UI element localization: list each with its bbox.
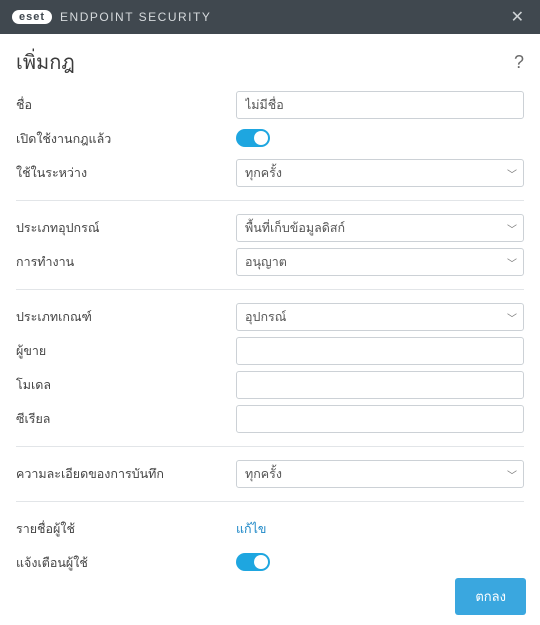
separator <box>16 446 524 447</box>
footer: ตกลง <box>455 578 526 615</box>
device-type-select[interactable]: พื้นที่เก็บข้อมูลดิสก์ ﹀ <box>236 214 524 242</box>
apply-during-select[interactable]: ทุกครั้ง ﹀ <box>236 159 524 187</box>
criteria-type-select[interactable]: อุปกรณ์ ﹀ <box>236 303 524 331</box>
notify-user-label: แจ้งเตือนผู้ใช้ <box>16 553 236 573</box>
criteria-type-value: อุปกรณ์ <box>245 307 286 327</box>
help-icon[interactable]: ? <box>514 52 524 73</box>
apply-during-value: ทุกครั้ง <box>245 163 282 183</box>
user-list-label: รายชื่อผู้ใช้ <box>16 519 236 539</box>
vendor-label: ผู้ขาย <box>16 341 236 361</box>
name-label: ชื่อ <box>16 95 236 115</box>
separator <box>16 200 524 201</box>
serial-label: ซีเรียล <box>16 409 236 429</box>
close-icon[interactable]: ✕ <box>507 7 528 27</box>
vendor-input[interactable] <box>236 337 524 365</box>
separator <box>16 501 524 502</box>
model-label: โมเดล <box>16 375 236 395</box>
log-severity-label: ความละเอียดของการบันทึก <box>16 464 236 484</box>
enabled-label: เปิดใช้งานกฎแล้ว <box>16 129 236 149</box>
action-value: อนุญาต <box>245 252 287 272</box>
user-list-edit-link[interactable]: แก้ไข <box>236 522 266 536</box>
enabled-toggle[interactable] <box>236 129 270 147</box>
chevron-down-icon: ﹀ <box>507 467 517 482</box>
device-type-value: พื้นที่เก็บข้อมูลดิสก์ <box>245 218 345 238</box>
chevron-down-icon: ﹀ <box>507 255 517 270</box>
apply-during-label: ใช้ในระหว่าง <box>16 163 236 183</box>
chevron-down-icon: ﹀ <box>507 310 517 325</box>
chevron-down-icon: ﹀ <box>507 166 517 181</box>
chevron-down-icon: ﹀ <box>507 221 517 236</box>
device-type-label: ประเภทอุปกรณ์ <box>16 218 236 238</box>
model-input[interactable] <box>236 371 524 399</box>
criteria-type-label: ประเภทเกณฑ์ <box>16 307 236 327</box>
log-severity-select[interactable]: ทุกครั้ง ﹀ <box>236 460 524 488</box>
serial-input[interactable] <box>236 405 524 433</box>
separator <box>16 289 524 290</box>
eset-logo: eset <box>12 10 52 24</box>
log-severity-value: ทุกครั้ง <box>245 464 282 484</box>
page-title: เพิ่มกฎ <box>16 46 75 78</box>
name-input[interactable] <box>236 91 524 119</box>
content-area: เพิ่มกฎ ? ชื่อ เปิดใช้งานกฎแล้ว ใช้ในระห… <box>0 34 540 590</box>
product-name: ENDPOINT SECURITY <box>60 10 211 24</box>
notify-user-toggle[interactable] <box>236 553 270 571</box>
action-select[interactable]: อนุญาต ﹀ <box>236 248 524 276</box>
action-label: การทำงาน <box>16 252 236 272</box>
ok-button[interactable]: ตกลง <box>455 578 526 615</box>
titlebar: eset ENDPOINT SECURITY ✕ <box>0 0 540 34</box>
